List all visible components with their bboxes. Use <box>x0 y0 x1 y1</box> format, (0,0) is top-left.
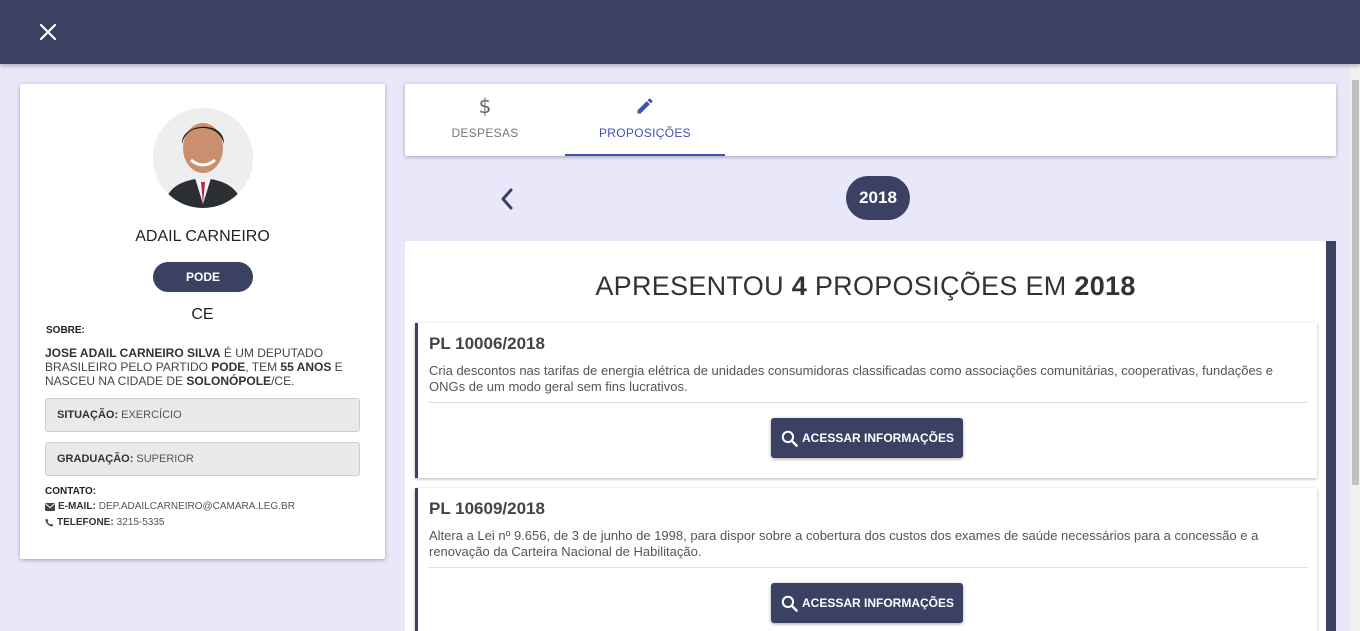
deputy-name: ADAIL CARNEIRO <box>135 228 270 245</box>
party-badge: PODE <box>153 262 253 292</box>
proposicao-title: PL 10006/2018 <box>429 334 545 353</box>
tab-proposicoes[interactable]: PROPOSIÇÕES <box>565 84 725 156</box>
bio-age: 55 ANOS <box>280 360 332 374</box>
page-scrollbar-thumb[interactable] <box>1352 80 1359 485</box>
summary-heading: APRESENTOU 4 PROPOSIÇÕES EM 2018 <box>405 271 1326 302</box>
graduacao-value: SUPERIOR <box>136 453 194 465</box>
search-icon <box>781 430 798 447</box>
proposicao-card: PL 10609/2018 Altera a Lei nº 9.656, de … <box>415 488 1317 631</box>
close-button[interactable] <box>34 18 62 46</box>
situacao-box: SITUAÇÃO: EXERCÍCIO <box>45 398 360 432</box>
bio-city: SOLONÓPOLE <box>186 374 272 388</box>
proposicao-title: PL 10609/2018 <box>429 499 545 518</box>
graduacao-box: GRADUAÇÃO: SUPERIOR <box>45 442 360 476</box>
phone-icon <box>45 518 54 527</box>
proposicao-description: Cria descontos nas tarifas de energia el… <box>429 363 1274 394</box>
tab-despesas-label: DESPESAS <box>451 126 519 140</box>
bio-party: PODE <box>211 360 246 374</box>
proposicao-description: Altera a Lei nº 9.656, de 3 de junho de … <box>429 528 1259 559</box>
panel-scroll-indicator[interactable] <box>1326 241 1336 631</box>
bio-full-name: JOSE ADAIL CARNEIRO SILVA <box>45 346 221 360</box>
tab-despesas[interactable]: $ DESPESAS <box>405 84 565 156</box>
email-line: E-MAIL: DEP.ADAILCARNEIRO@CAMARA.LEG.BR <box>45 501 295 512</box>
pencil-icon <box>637 98 653 114</box>
email-value: DEP.ADAILCARNEIRO@CAMARA.LEG.BR <box>98 501 295 512</box>
sobre-label: SOBRE: <box>46 325 85 336</box>
graduacao-label: GRADUAÇÃO: <box>57 453 134 465</box>
summary-year: 2018 <box>1074 271 1136 301</box>
deputy-profile-card: ADAIL CARNEIRO PODE CE SOBRE: JOSE ADAIL… <box>20 84 385 559</box>
search-icon <box>781 595 798 612</box>
telefone-value: 3215-5335 <box>116 517 165 528</box>
envelope-icon <box>45 502 55 511</box>
tab-proposicoes-label: PROPOSIÇÕES <box>599 126 691 140</box>
telefone-line: TELEFONE: 3215-5335 <box>45 517 165 528</box>
proposicoes-panel: APRESENTOU 4 PROPOSIÇÕES EM 2018 PL 1000… <box>405 241 1326 631</box>
situacao-label: SITUAÇÃO: <box>57 409 119 421</box>
acessar-informacoes-button[interactable]: ACESSAR INFORMAÇÕES <box>771 583 963 623</box>
bio-text-2: , TEM <box>245 360 281 374</box>
telefone-label: TELEFONE: <box>57 517 114 528</box>
proposicao-card: PL 10006/2018 Cria descontos nas tarifas… <box>415 323 1317 478</box>
previous-year-button[interactable] <box>493 184 521 214</box>
deputy-bio: JOSE ADAIL CARNEIRO SILVA É UM DEPUTADO … <box>45 346 365 388</box>
bio-text-4: /CE. <box>271 374 295 388</box>
chevron-left-icon <box>501 188 513 210</box>
top-app-bar <box>0 0 1360 64</box>
summary-prefix: APRESENTOU <box>595 271 792 301</box>
tab-bar: $ DESPESAS PROPOSIÇÕES <box>405 84 1336 156</box>
situacao-value: EXERCÍCIO <box>121 409 182 421</box>
acessar-informacoes-button[interactable]: ACESSAR INFORMAÇÕES <box>771 418 963 458</box>
divider <box>429 402 1307 403</box>
dollar-icon: $ <box>478 94 492 118</box>
contato-label: CONTATO: <box>45 486 97 497</box>
close-icon <box>39 23 57 41</box>
deputy-photo <box>153 108 253 208</box>
summary-middle: PROPOSIÇÕES EM <box>807 271 1075 301</box>
summary-count: 4 <box>791 271 808 301</box>
deputy-state: CE <box>191 306 214 323</box>
acessar-informacoes-label: ACESSAR INFORMAÇÕES <box>801 431 954 445</box>
email-label: E-MAIL: <box>58 501 96 512</box>
year-badge: 2018 <box>846 176 910 220</box>
acessar-informacoes-label: ACESSAR INFORMAÇÕES <box>801 596 954 610</box>
divider <box>429 567 1307 568</box>
